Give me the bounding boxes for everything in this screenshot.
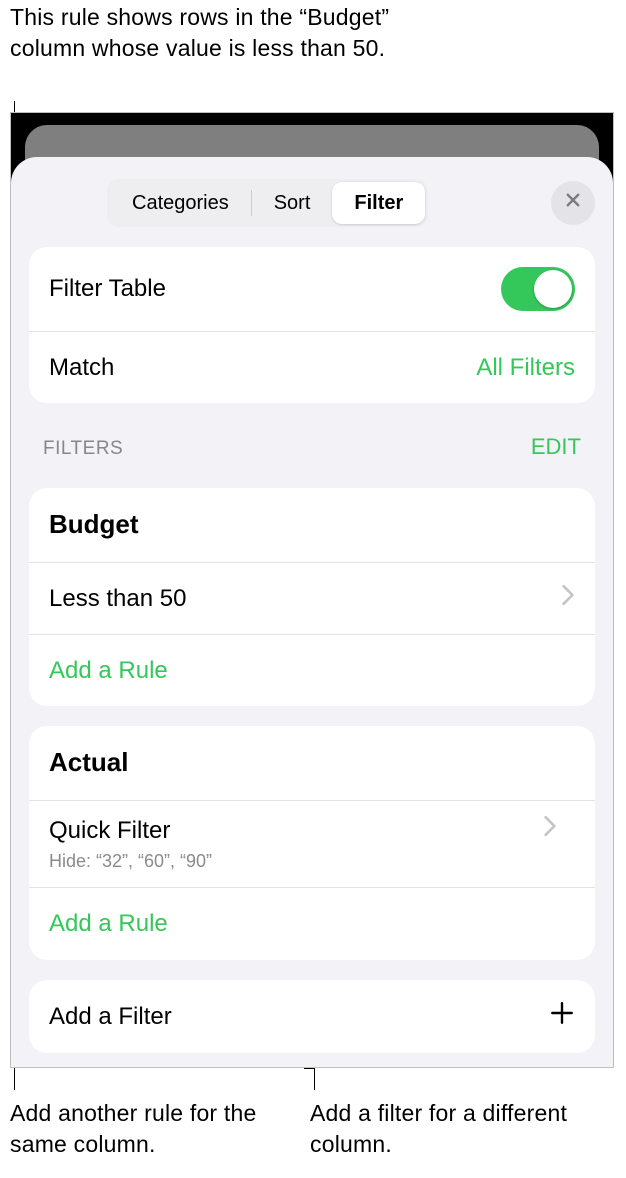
tab-filter-label: Filter [354, 190, 403, 216]
tab-sort[interactable]: Sort [252, 182, 333, 224]
close-button[interactable] [551, 181, 595, 225]
filter-group-budget: Budget Less than 50 Add a Rule [29, 488, 595, 706]
tab-categories-label: Categories [132, 190, 229, 216]
filter-group-budget-title: Budget [49, 508, 139, 542]
budget-rule-row[interactable]: Less than 50 [29, 562, 595, 634]
add-filter-row[interactable]: Add a Filter [29, 980, 595, 1053]
actual-rule-sublabel: Hide: “32”, “60”, “90” [49, 850, 212, 873]
callout-bottom-left: Add another rule for the same column. [10, 1098, 290, 1160]
match-label: Match [49, 352, 114, 383]
callout-top: This rule shows rows in the “Budget” col… [10, 2, 440, 64]
filters-section-title: FILTERS [43, 437, 123, 462]
add-filter-label: Add a Filter [49, 1001, 172, 1032]
tab-filter[interactable]: Filter [332, 182, 425, 224]
tab-categories[interactable]: Categories [110, 182, 251, 224]
actual-add-rule-label: Add a Rule [49, 908, 168, 939]
device-frame: Categories Sort Filter [10, 112, 614, 1068]
budget-add-rule-label: Add a Rule [49, 655, 168, 686]
callout-bottom-right-text: Add a filter for a different column. [310, 1100, 567, 1157]
plus-icon [549, 1000, 575, 1033]
match-value: All Filters [476, 352, 575, 383]
chevron-right-icon [543, 815, 557, 844]
sheet-header: Categories Sort Filter [11, 179, 613, 227]
filter-group-budget-header: Budget [29, 488, 595, 562]
filter-group-actual-title: Actual [49, 746, 128, 780]
segmented-control: Categories Sort Filter [107, 179, 428, 227]
toggle-knob [534, 270, 572, 308]
filter-group-actual: Actual Quick Filter Hide: “32”, “60”, “9… [29, 726, 595, 960]
callout-bottom-right: Add a filter for a different column. [310, 1098, 610, 1160]
callout-br-leader [314, 1068, 315, 1090]
add-filter-card: Add a Filter [29, 980, 595, 1053]
actual-rule-label: Quick Filter [49, 815, 170, 846]
filter-settings-card: Filter Table Match All Filters [29, 247, 595, 403]
filters-edit-button[interactable]: EDIT [531, 433, 581, 462]
filter-table-label: Filter Table [49, 273, 166, 304]
filters-section-header: FILTERS EDIT [11, 403, 613, 468]
filter-group-actual-header: Actual [29, 726, 595, 800]
filter-sheet: Categories Sort Filter [11, 157, 613, 1067]
budget-add-rule-row[interactable]: Add a Rule [29, 634, 595, 706]
budget-rule-label: Less than 50 [49, 583, 186, 614]
filter-table-toggle[interactable] [501, 267, 575, 311]
match-row[interactable]: Match All Filters [29, 331, 595, 403]
actual-add-rule-row[interactable]: Add a Rule [29, 887, 595, 959]
callout-bottom-left-text: Add another rule for the same column. [10, 1100, 256, 1157]
tab-sort-label: Sort [274, 190, 311, 216]
chevron-right-icon [561, 584, 575, 613]
filter-table-row: Filter Table [29, 247, 595, 331]
callout-top-text: This rule shows rows in the “Budget” col… [10, 4, 389, 61]
close-icon [564, 189, 582, 216]
callout-br-tick [304, 1068, 314, 1069]
actual-rule-row[interactable]: Quick Filter Hide: “32”, “60”, “90” [29, 800, 595, 888]
